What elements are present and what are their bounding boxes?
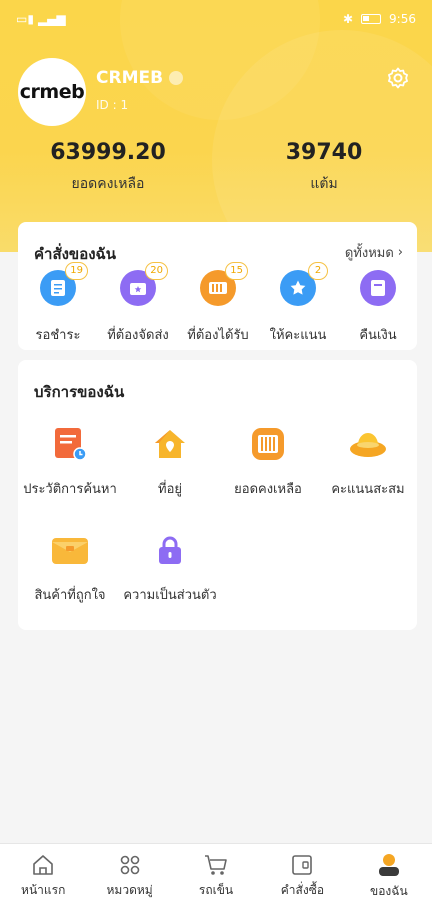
chevron-right-icon: › xyxy=(397,245,403,260)
tab-me[interactable]: ของฉัน xyxy=(346,844,432,900)
unpaid-icon: 19 xyxy=(40,262,88,306)
tab-orders[interactable]: คำสั่งซื้อ xyxy=(259,844,345,900)
bluetooth-icon: ✱ xyxy=(342,12,354,26)
signal-icon: ▂▄▆ xyxy=(37,12,66,26)
order-refund[interactable]: คืนเงิน xyxy=(338,270,418,345)
service-privacy[interactable]: ความเป็นส่วนตัว xyxy=(118,530,222,605)
avatar[interactable]: crmeb xyxy=(18,58,86,126)
order-badge: 15 xyxy=(225,262,248,280)
order-label: ที่ต้องจัดส่ง xyxy=(107,328,169,343)
rate-icon: 2 xyxy=(280,262,328,306)
service-label: ประวัติการค้นหา xyxy=(23,482,117,497)
status-time: 9:56 xyxy=(389,12,416,26)
history-icon xyxy=(50,424,90,464)
order-unpaid[interactable]: 19 รอชำระ xyxy=(18,262,98,345)
service-favorites[interactable]: สินค้าที่ถูกใจ xyxy=(18,530,122,605)
services-title: บริการของฉัน xyxy=(34,383,125,401)
services-card: บริการของฉัน ประวัติการค้นหา ที่อยู่ ยอด… xyxy=(18,360,417,630)
balance-value: 63999.20 xyxy=(50,140,166,165)
status-bar: ▭▮ ▂▄▆ ✱ 9:56 xyxy=(0,0,432,38)
status-icons-left: ▭▮ ▂▄▆ xyxy=(16,12,66,26)
orders-card: คำสั่งของฉัน ดูทั้งหมด › 19 รอชำระ 20 ที… xyxy=(18,222,417,350)
tab-label: หมวดหมู่ xyxy=(106,883,153,897)
points-stat[interactable]: 39740 แต้ม xyxy=(216,140,432,195)
tab-label: หน้าแรก xyxy=(21,883,66,897)
order-to-ship[interactable]: 20 ที่ต้องจัดส่ง xyxy=(98,262,178,345)
points-value: 39740 xyxy=(285,140,363,165)
tab-label: คำสั่งซื้อ xyxy=(280,883,325,897)
service-label: สินค้าที่ถูกใจ xyxy=(34,588,106,603)
bottom-tab-bar: หน้าแรก หมวดหมู่ รถเข็น คำสั่งซื้อ ของฉั… xyxy=(0,843,432,900)
service-label: ความเป็นส่วนตัว xyxy=(123,588,217,603)
service-balance[interactable]: ยอดคงเหลือ xyxy=(216,424,320,499)
order-label: ที่ต้องได้รับ xyxy=(187,328,249,343)
order-label: รอชำระ xyxy=(35,328,81,343)
points-label: แต้ม xyxy=(310,176,338,192)
orders-icon xyxy=(289,852,315,877)
settings-gear-icon[interactable] xyxy=(386,66,410,90)
view-all-label: ดูทั้งหมด xyxy=(344,246,394,261)
username-label: CRMEB xyxy=(96,68,164,88)
tab-cart[interactable]: รถเข็น xyxy=(173,844,259,900)
balance-icon xyxy=(248,424,288,464)
privacy-icon xyxy=(150,530,190,570)
username[interactable]: CRMEB xyxy=(96,68,184,88)
tab-label: ของฉัน xyxy=(370,884,408,898)
home-icon xyxy=(30,852,56,877)
tab-home[interactable]: หน้าแรก xyxy=(0,844,86,900)
balance-label: ยอดคงเหลือ xyxy=(71,176,145,192)
to-ship-icon: 20 xyxy=(120,262,168,306)
address-icon xyxy=(150,424,190,464)
category-icon xyxy=(117,852,143,877)
service-history[interactable]: ประวัติการค้นหา xyxy=(18,424,122,499)
service-points[interactable]: คะแนนสะสม xyxy=(316,424,420,499)
order-label: ให้คะแนน xyxy=(269,328,327,343)
tab-label: รถเข็น xyxy=(198,883,234,897)
refund-icon xyxy=(360,270,396,306)
view-all-orders-link[interactable]: ดูทั้งหมด › xyxy=(345,242,403,263)
points-icon xyxy=(348,424,388,464)
service-label: คะแนนสะสม xyxy=(331,482,405,497)
battery-icon xyxy=(361,14,382,24)
service-label: ที่อยู่ xyxy=(158,482,182,497)
cart-icon xyxy=(203,852,229,877)
order-badge: 2 xyxy=(308,262,328,280)
user-id: ID : 1 xyxy=(96,98,129,112)
order-rate[interactable]: 2 ให้คะแนน xyxy=(258,262,338,345)
service-address[interactable]: ที่อยู่ xyxy=(118,424,222,499)
order-badge: 19 xyxy=(65,262,88,280)
order-badge: 20 xyxy=(145,262,168,280)
order-label: คืนเงิน xyxy=(359,328,397,343)
tab-category[interactable]: หมวดหมู่ xyxy=(86,844,172,900)
me-icon xyxy=(376,852,402,878)
favorites-icon xyxy=(50,530,90,570)
edit-icon[interactable] xyxy=(169,71,184,85)
service-label: ยอดคงเหลือ xyxy=(234,482,302,497)
to-receive-icon: 15 xyxy=(200,262,248,306)
logo-text: crmeb xyxy=(19,81,85,103)
sim-icon: ▭▮ xyxy=(16,12,34,26)
balance-stat[interactable]: 63999.20 ยอดคงเหลือ xyxy=(0,140,216,195)
order-to-receive[interactable]: 15 ที่ต้องได้รับ xyxy=(178,262,258,345)
